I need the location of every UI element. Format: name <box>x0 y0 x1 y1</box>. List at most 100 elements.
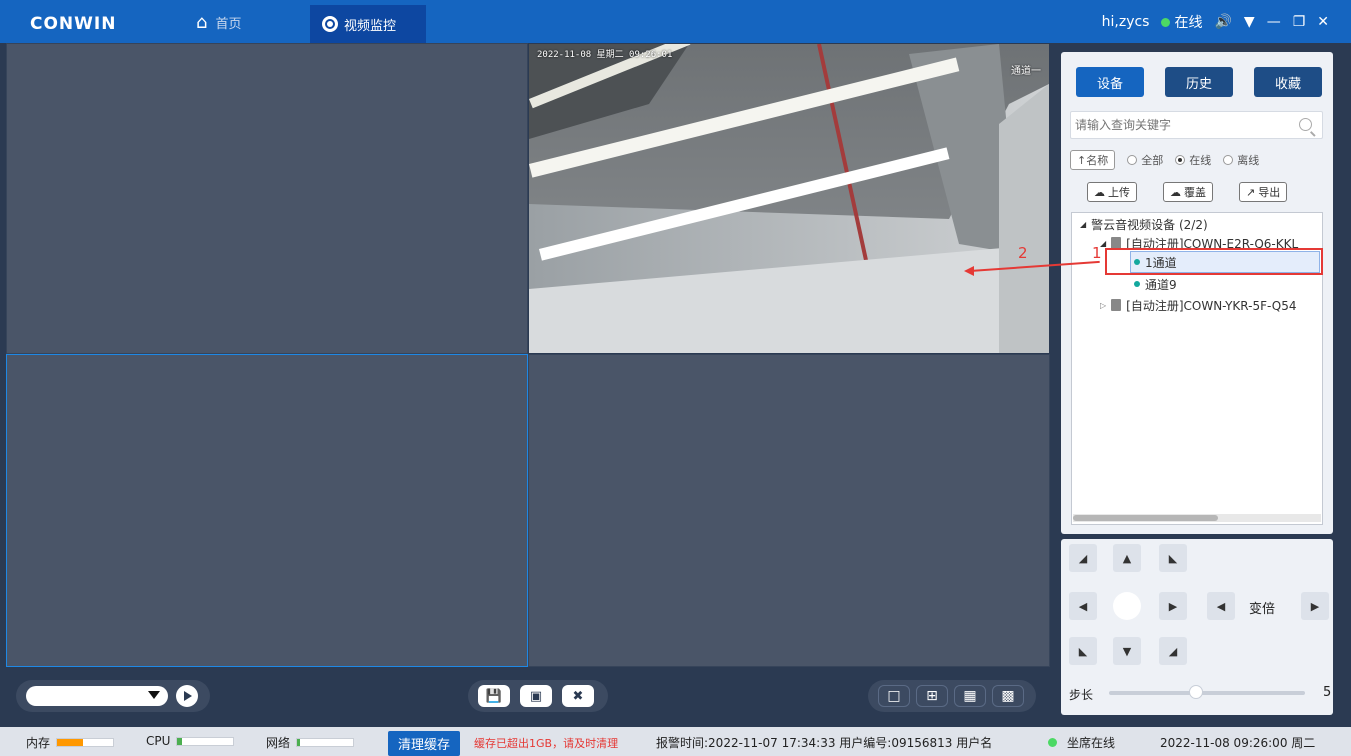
seat-status-label: 坐席在线 <box>1067 736 1116 750</box>
ptz-left-icon[interactable]: ◀ <box>1069 592 1097 620</box>
sort-name-button[interactable]: ↑名称 <box>1070 150 1116 170</box>
seat-status: 坐席在线 <box>1048 734 1115 751</box>
layout-1-icon[interactable]: □ <box>878 685 910 707</box>
search-input[interactable] <box>1071 112 1281 138</box>
network-meter: 网络 <box>266 734 355 751</box>
memory-label: 内存 <box>26 736 51 750</box>
camera-feed-image <box>529 44 1049 353</box>
overwrite-button[interactable]: ☁ 覆盖 <box>1163 182 1213 202</box>
layout-tools: □ ⊞ ▦ ▩ <box>868 680 1036 712</box>
ptz-right-icon[interactable]: ▶ <box>1159 592 1187 620</box>
camera-device-icon <box>1111 299 1122 311</box>
online-dot-icon <box>1161 18 1171 27</box>
video-cell-2-live[interactable]: 2022-11-08 星期二 09:26:01 通道一 <box>529 44 1049 353</box>
nav-home[interactable]: ⌂ 首页 <box>196 10 241 34</box>
channel-online-icon <box>1134 281 1140 287</box>
cpu-bar <box>176 736 235 746</box>
pin-icon[interactable]: ✖ <box>562 685 594 707</box>
step-slider[interactable] <box>1109 691 1305 695</box>
volume-icon[interactable]: 🔊 <box>1214 14 1231 30</box>
camera-osd-name: 通道一 <box>1011 66 1041 77</box>
export-label: 导出 <box>1258 186 1281 199</box>
screenshot-icon[interactable]: ▣ <box>520 685 552 707</box>
video-cell-3[interactable] <box>6 354 528 667</box>
network-bar <box>296 738 355 747</box>
layout-9-icon[interactable]: ▦ <box>954 685 986 707</box>
annotation-number-2: 2 <box>1018 244 1028 262</box>
layout-16-icon[interactable]: ▩ <box>992 685 1024 707</box>
tab-favorites[interactable]: 收藏 <box>1254 67 1322 97</box>
export-icon: ↗ <box>1246 185 1256 199</box>
step-label: 步长 <box>1069 688 1094 702</box>
bottom-toolbar: 💾 ▣ ✖ □ ⊞ ▦ ▩ <box>6 668 1050 720</box>
ptz-down-left-icon[interactable]: ◣ <box>1069 637 1097 665</box>
seat-online-dot-icon <box>1048 738 1057 747</box>
zoom-in-icon[interactable]: ▶ <box>1301 592 1329 620</box>
dropdown-icon[interactable]: ▼ <box>1244 14 1255 30</box>
upload-button[interactable]: ☁ 上传 <box>1087 182 1137 202</box>
minimize-icon[interactable]: — <box>1267 14 1281 30</box>
filter-all[interactable]: 全部 <box>1127 152 1163 168</box>
clear-cache-button[interactable]: 清理缓存 <box>388 731 461 756</box>
clear-cache-label: 清理缓存 <box>388 731 461 756</box>
triangle-down-icon: ◢ <box>1080 219 1087 229</box>
tree-device-2[interactable]: ▷ [自动注册]COWN-YKR-5F-Q54 <box>1100 295 1297 315</box>
annotation-highlight-box <box>1105 248 1323 275</box>
restore-icon[interactable]: ❐ <box>1293 14 1306 30</box>
annotation-number-1: 1 <box>1092 244 1102 262</box>
play-button[interactable] <box>176 685 198 707</box>
filter-online[interactable]: 在线 <box>1175 152 1211 168</box>
memory-bar <box>56 738 115 747</box>
tab-video-monitor[interactable]: 视频监控 <box>310 5 426 43</box>
filter-offline[interactable]: 离线 <box>1223 152 1259 168</box>
tree-horizontal-scrollbar[interactable] <box>1073 514 1321 522</box>
title-bar: CONWIN ⌂ 首页 视频监控 hi,zycs 在线 🔊 ▼ — ❐ ✕ <box>0 0 1351 43</box>
cloud-upload-icon: ☁ <box>1094 185 1105 199</box>
ptz-panel: ◢ ▲ ◣ ◀ ▶ ◀ 变倍 ▶ ◣ ▼ ◢ 步长 5 <box>1061 539 1333 715</box>
status-bar: 内存 CPU 网络 清理缓存 缓存已超出1GB，请及时清理 报警时间:2022-… <box>0 727 1351 756</box>
ptz-down-right-icon[interactable]: ◢ <box>1159 637 1187 665</box>
tree-channel-2-label: 通道9 <box>1145 277 1177 292</box>
zoom-out-icon[interactable]: ◀ <box>1207 592 1235 620</box>
tab-history[interactable]: 历史 <box>1165 67 1233 97</box>
ptz-up-icon[interactable]: ▲ <box>1113 544 1141 572</box>
capture-tools: 💾 ▣ ✖ <box>468 680 608 712</box>
layout-4-icon[interactable]: ⊞ <box>916 685 948 707</box>
cache-warning: 缓存已超出1GB，请及时清理 <box>474 737 619 750</box>
overwrite-label: 覆盖 <box>1184 186 1206 199</box>
close-icon[interactable]: ✕ <box>1317 14 1329 30</box>
zoom-label: 变倍 <box>1249 602 1276 617</box>
memory-meter: 内存 <box>26 734 115 751</box>
online-status-label: 在线 <box>1174 15 1203 31</box>
save-icon[interactable]: 💾 <box>478 685 510 707</box>
step-value: 5 <box>1323 685 1332 700</box>
ptz-center-button[interactable] <box>1113 592 1141 620</box>
step-slider-handle[interactable] <box>1189 685 1203 699</box>
search-icon[interactable] <box>1299 118 1312 131</box>
status-datetime: 2022-11-08 09:26:00 周二 <box>1160 736 1316 750</box>
upload-label: 上传 <box>1108 186 1130 199</box>
ptz-up-left-icon[interactable]: ◢ <box>1069 544 1097 572</box>
video-cell-1[interactable] <box>6 43 528 354</box>
channel-selector-group <box>16 680 210 712</box>
tree-channel-2[interactable]: 通道9 <box>1134 274 1177 294</box>
chevron-down-icon <box>148 691 160 699</box>
nav-home-label: 首页 <box>215 16 242 32</box>
video-cell-4[interactable] <box>528 354 1050 667</box>
filter-online-label: 在线 <box>1189 154 1212 167</box>
app-logo: CONWIN <box>30 14 117 34</box>
ptz-up-right-icon[interactable]: ◣ <box>1159 544 1187 572</box>
target-icon <box>322 16 338 32</box>
cpu-label: CPU <box>146 734 171 748</box>
annotation-arrow-head <box>964 266 974 276</box>
camera-osd-datetime: 2022-11-08 星期二 09:26:01 <box>537 50 673 60</box>
filter-offline-label: 离线 <box>1237 154 1260 167</box>
alarm-info: 报警时间:2022-11-07 17:34:33 用户编号:09156813 用… <box>656 736 993 750</box>
export-button[interactable]: ↗ 导出 <box>1239 182 1288 202</box>
channel-select[interactable] <box>26 686 168 706</box>
tab-device[interactable]: 设备 <box>1076 67 1144 97</box>
tree-device-2-label: [自动注册]COWN-YKR-5F-Q54 <box>1126 298 1297 313</box>
tree-root[interactable]: ◢ 警云音视频设备 (2/2) <box>1080 214 1208 234</box>
ptz-down-icon[interactable]: ▼ <box>1113 637 1141 665</box>
network-label: 网络 <box>266 736 291 750</box>
